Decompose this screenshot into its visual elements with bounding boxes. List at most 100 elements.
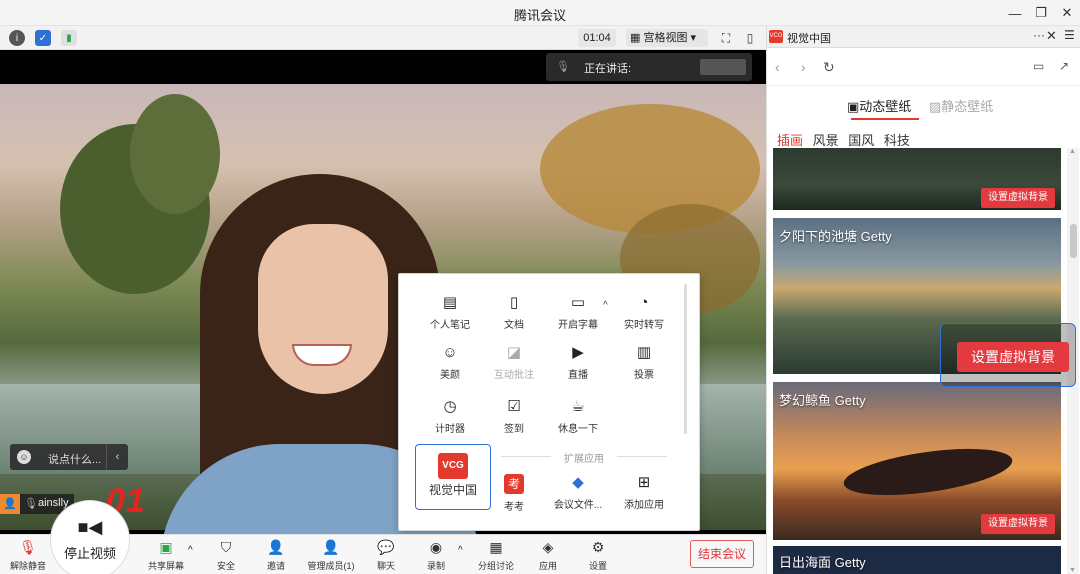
wallpaper-item[interactable]: 日出海面 Getty	[773, 546, 1061, 574]
category-illustration[interactable]: 插画	[777, 133, 803, 148]
kaokao-logo-icon: 考	[504, 474, 524, 494]
app-beauty[interactable]: ☺ 美颜	[417, 344, 483, 381]
share-screen-button[interactable]: ▣ 共享屏幕	[144, 539, 188, 572]
app-kaokao[interactable]: 考考考	[481, 474, 547, 513]
category-landscape[interactable]: 风景	[813, 133, 839, 148]
wallpaper-item[interactable]: 梦幻鲸鱼 Getty 设置虚拟背景	[773, 382, 1061, 540]
chevron-up-icon[interactable]: ^	[458, 545, 463, 556]
set-background-button[interactable]: 设置虚拟背景	[957, 342, 1069, 372]
chevron-up-icon[interactable]: ^	[603, 300, 608, 311]
static-wallpaper-icon: ▨	[929, 99, 942, 114]
app-timer[interactable]: ◷ 计时器	[417, 398, 483, 435]
apps-icon: ◈	[542, 539, 554, 555]
emoji-icon[interactable]: ☺	[17, 450, 31, 464]
scroll-up-icon[interactable]: ▲	[1069, 148, 1076, 155]
notebook-icon: ▤	[442, 294, 458, 311]
end-meeting-button[interactable]: 结束会议	[690, 540, 754, 568]
minimize-icon[interactable]: —	[1002, 0, 1028, 26]
speaker-name-blurred	[700, 59, 746, 75]
chat-button[interactable]: 💬 聊天	[366, 539, 406, 572]
add-app-icon: ⊞	[637, 474, 651, 491]
close-icon[interactable]: ✕	[1054, 0, 1080, 26]
panel-title: 视觉中国	[787, 33, 831, 45]
window-controls: — ❐ ✕	[1002, 0, 1080, 26]
info-icon[interactable]: i	[9, 30, 25, 46]
chevron-up-icon[interactable]: ^	[188, 545, 193, 556]
settings-button[interactable]: ⚙ 设置	[578, 539, 618, 572]
fullscreen-icon[interactable]: ⛶	[718, 30, 734, 46]
set-background-highlight: 设置虚拟背景	[940, 323, 1076, 387]
scroll-down-icon[interactable]: ▼	[1069, 567, 1076, 574]
app-transcribe[interactable]: ◔ 实时转写	[611, 294, 677, 331]
app-vote[interactable]: ▥ 投票	[611, 344, 677, 381]
live-icon: ▶	[572, 344, 584, 361]
dynamic-wallpaper-icon: ▣	[847, 99, 860, 114]
apps-popup: ▤ 个人笔记 ▯ 文档 ▭ 开启字幕 ^ ◔ 实时转写 ☺ 美颜 ◪ 互动批注 ▶ 直播 ▥ 投…	[398, 273, 700, 531]
more-icon[interactable]: ···	[1033, 28, 1045, 42]
checkin-icon: ☑	[507, 398, 521, 415]
app-captions[interactable]: ▭ 开启字幕	[545, 294, 611, 331]
app-meeting-files[interactable]: ◆ 会议文件...	[545, 474, 611, 511]
category-guofeng[interactable]: 国风	[848, 133, 874, 148]
invite-button[interactable]: 👤 邀请	[256, 539, 296, 572]
sidebar-toggle-icon[interactable]: ▯	[742, 30, 758, 46]
stop-video-button[interactable]: ■◀ 停止视频	[50, 500, 130, 574]
apps-button[interactable]: ◈ 应用	[528, 539, 568, 572]
app-checkin[interactable]: ☑ 签到	[481, 398, 547, 435]
grid-view-button[interactable]: ▦ 宫格视图 ▾	[626, 29, 708, 47]
back-icon[interactable]: ‹	[775, 59, 780, 75]
app-live[interactable]: ▶ 直播	[545, 344, 611, 381]
breakout-icon: ▦	[489, 539, 503, 555]
chat-input-bar[interactable]: ☺ 说点什么... ‹	[10, 444, 128, 470]
refresh-icon[interactable]: ↻	[823, 59, 835, 76]
grid-icon: ▦	[630, 32, 644, 44]
app-personal-notes[interactable]: ▤ 个人笔记	[417, 294, 483, 331]
share-icon[interactable]: ↗	[1059, 59, 1069, 73]
set-background-button[interactable]: 设置虚拟背景	[981, 188, 1055, 208]
annotate-icon: ◪	[506, 344, 522, 361]
app-break[interactable]: ☕ 休息一下	[545, 398, 611, 435]
security-shield-icon: ⛉	[220, 539, 232, 555]
set-background-button[interactable]: 设置虚拟背景	[981, 514, 1055, 534]
security-button[interactable]: ⛉ 安全	[206, 539, 246, 572]
app-add[interactable]: ⊞ 添加应用	[611, 474, 677, 511]
popup-scrollbar[interactable]	[684, 284, 687, 434]
meeting-topbar: i ✓ ▮ 01:04 ▦ 宫格视图 ▾ ⛶ ▯	[0, 26, 766, 50]
menu-icon[interactable]: ☰	[1064, 28, 1075, 42]
signal-icon[interactable]: ▮	[61, 30, 77, 46]
close-icon[interactable]: ✕	[1046, 28, 1057, 44]
record-button[interactable]: ◉ 录制	[416, 539, 456, 572]
document-icon: ▯	[509, 294, 519, 311]
chat-icon: 💬	[377, 539, 395, 555]
tab-dynamic[interactable]: ▣动态壁纸	[847, 96, 919, 120]
share-screen-icon: ▣	[159, 539, 173, 555]
manage-members-button[interactable]: 👤 管理成员(1)	[302, 539, 360, 572]
maximize-icon[interactable]: ❐	[1028, 0, 1054, 26]
vcg-logo-icon: VCG	[438, 453, 468, 479]
mic-muted-icon: 🎙	[24, 498, 38, 510]
gear-icon: ⚙	[591, 539, 605, 555]
app-document[interactable]: ▯ 文档	[481, 294, 547, 331]
record-icon: ◉	[429, 539, 443, 555]
wallpaper-item[interactable]: 设置虚拟背景	[773, 148, 1061, 210]
mic-off-icon: 🎙	[556, 61, 570, 73]
layers-icon: ◆	[572, 474, 584, 491]
shield-icon[interactable]: ✓	[35, 30, 51, 46]
forward-icon[interactable]: ›	[801, 59, 806, 75]
user-icon: 👤	[0, 494, 20, 514]
whale-silhouette	[841, 440, 1015, 504]
vcg-panel: VCG 视觉中国 ··· ✕ ☰ ‹ › ↻ ▭ ↗ ▣动态壁纸 ▨静态壁纸 插…	[766, 26, 1080, 574]
chevron-left-icon[interactable]: ‹	[106, 444, 128, 470]
title-bar: 腾讯会议 — ❐ ✕	[0, 0, 1080, 26]
scroll-thumb[interactable]	[1070, 224, 1077, 258]
screen-icon[interactable]: ▭	[1033, 59, 1044, 73]
app-vcg[interactable]: VCG 视觉中国	[415, 444, 491, 510]
browser-nav: ‹ › ↻ ▭ ↗	[767, 50, 1080, 86]
breakout-button[interactable]: ▦ 分组讨论	[474, 539, 518, 572]
members-icon: 👤	[322, 539, 340, 555]
app-annotate: ◪ 互动批注	[494, 344, 534, 381]
tab-static[interactable]: ▨静态壁纸	[929, 96, 993, 115]
unmute-button[interactable]: 🎙 解除静音	[6, 539, 50, 572]
category-tech[interactable]: 科技	[884, 133, 910, 148]
vcg-logo-icon: VCG	[769, 30, 783, 43]
